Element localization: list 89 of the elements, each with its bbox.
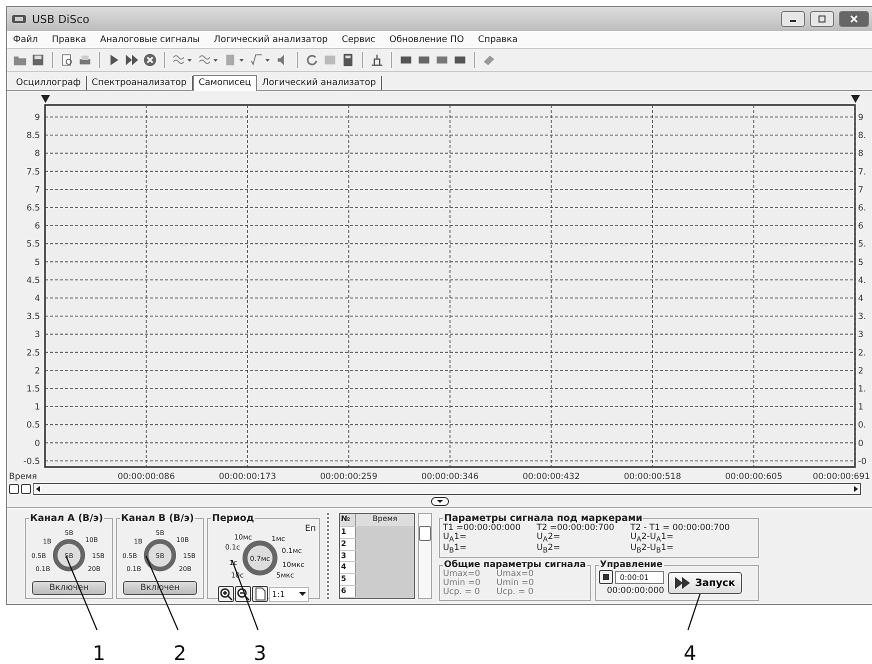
- y-axis-label: 8: [858, 149, 864, 160]
- group-title: Управление: [598, 560, 664, 570]
- menu-item[interactable]: Справка: [478, 34, 518, 44]
- callout-number: 1: [92, 641, 106, 664]
- y-axis-label: 2.5: [26, 348, 40, 358]
- param-value: T1 =00:00:00:000: [442, 524, 521, 533]
- param-value: Umin =0: [496, 579, 534, 588]
- y-axis-label: 3.5: [26, 312, 40, 322]
- y-axis-label: 1.: [858, 384, 866, 394]
- y-axis-label: 5.5: [26, 240, 40, 250]
- param-value: Uср. = 0: [442, 588, 480, 598]
- y-axis-label: 1: [858, 402, 864, 413]
- y-axis-label: 7: [858, 185, 864, 196]
- menu-item[interactable]: Сервис: [342, 34, 376, 44]
- param-value: U$_{B}$2-U$_{B}$1=: [630, 544, 674, 554]
- y-axis-label: 7: [34, 185, 40, 196]
- x-axis-label: 00:00:00:691: [812, 472, 870, 482]
- y-axis-label: 4.: [858, 276, 866, 286]
- param-value: U$_{B}$2=: [536, 544, 562, 554]
- y-axis-label: 6: [858, 222, 864, 232]
- y-axis-label: 6: [34, 222, 40, 232]
- y-axis-label: 1: [34, 402, 40, 413]
- y-axis-label: 2.: [858, 348, 866, 358]
- group-title: Период: [211, 513, 256, 524]
- y-axis-label: 8.: [858, 131, 866, 142]
- param-value: U$_{A}$2=: [536, 533, 562, 544]
- x-axis-label: 00:00:00:432: [522, 472, 580, 482]
- menu-item[interactable]: Аналоговые сигналы: [100, 34, 200, 44]
- tab[interactable]: Логический анализатор: [257, 76, 382, 90]
- y-axis-label: 3.: [858, 312, 866, 322]
- x-axis-label: 00:00:00:605: [725, 472, 782, 482]
- menu-item[interactable]: Файл: [13, 34, 38, 44]
- menu-item[interactable]: Логический анализатор: [214, 34, 328, 44]
- param-value: U$_{B}$1=: [442, 544, 468, 554]
- y-axis-label: 1.5: [26, 384, 40, 394]
- x-axis-label: 00:00:00:259: [320, 472, 378, 482]
- y-axis-label: 3: [34, 330, 40, 340]
- x-axis-label: 00:00:00:518: [624, 472, 682, 482]
- x-axis-label: 00:00:00:086: [118, 472, 175, 482]
- x-axis-title: Время: [9, 472, 37, 482]
- corner-label: Еп: [305, 524, 316, 534]
- y-axis-label: 9: [858, 113, 864, 123]
- menu-item[interactable]: Правка: [52, 34, 86, 44]
- x-axis-label: 00:00:00:346: [421, 472, 479, 482]
- y-axis-label: 5.: [858, 240, 866, 250]
- param-value: Umin =0: [442, 579, 480, 588]
- menu-item[interactable]: Обновление ПО: [389, 34, 464, 44]
- tab[interactable]: Самописец: [192, 75, 258, 91]
- y-axis-label: 0.5: [26, 420, 40, 431]
- callout-number: 4: [684, 641, 696, 664]
- y-axis-label: 3: [858, 330, 864, 340]
- y-axis-label: 5: [34, 258, 40, 268]
- y-axis-label: 2: [858, 366, 864, 376]
- y-axis-label: 8: [34, 149, 40, 160]
- param-value: Umax=0: [442, 570, 480, 580]
- y-axis-label: 7.5: [26, 167, 40, 178]
- param-value: T2 =00:00:00:700: [536, 524, 614, 533]
- callout-number: 2: [174, 641, 186, 664]
- y-axis-label: 0: [858, 438, 864, 449]
- y-axis-label: 2: [34, 366, 40, 376]
- ratio-dropdown[interactable]: 1:1: [269, 586, 309, 602]
- y-axis-label: -0: [858, 456, 866, 467]
- param-value: U$_{A}$2-U$_{A}$1=: [630, 533, 674, 544]
- y-axis-label: 0.: [858, 420, 866, 431]
- y-axis-label: 7.: [858, 167, 866, 178]
- tab[interactable]: Осциллограф: [11, 76, 87, 90]
- y-axis-label: 9: [34, 113, 40, 123]
- param-value: T2 - T1 = 00:00:00:700: [630, 524, 730, 533]
- param-value: Uср. = 0: [496, 588, 534, 598]
- elapsed-time: 00:00:00:000: [606, 586, 664, 596]
- y-axis-label: 6.5: [26, 204, 40, 214]
- callout-number: 3: [254, 641, 266, 664]
- y-axis-label: 4: [858, 294, 864, 304]
- start-button[interactable]: Запуск: [668, 572, 742, 594]
- y-axis-label: 8.5: [26, 131, 40, 142]
- param-value: Umax=0: [496, 570, 534, 580]
- group-title: Общие параметры сигнала: [442, 560, 587, 570]
- y-axis-label: 4: [34, 294, 40, 304]
- param-value: U$_{A}$1=: [442, 533, 468, 544]
- window-title: USB DiSco: [32, 12, 90, 26]
- group-title: Канал А (В/э): [29, 513, 104, 524]
- group-title: Параметры сигнала под маркерами: [444, 513, 644, 524]
- y-axis-label: -0.5: [23, 456, 40, 467]
- y-axis-label: 6.: [858, 204, 866, 214]
- y-axis-label: 4.5: [26, 276, 40, 286]
- group-title: Канал В (В/э): [120, 513, 195, 524]
- y-axis-label: 5: [858, 258, 864, 268]
- x-axis-label: 00:00:00:173: [218, 472, 276, 482]
- y-axis-label: 0: [34, 438, 40, 449]
